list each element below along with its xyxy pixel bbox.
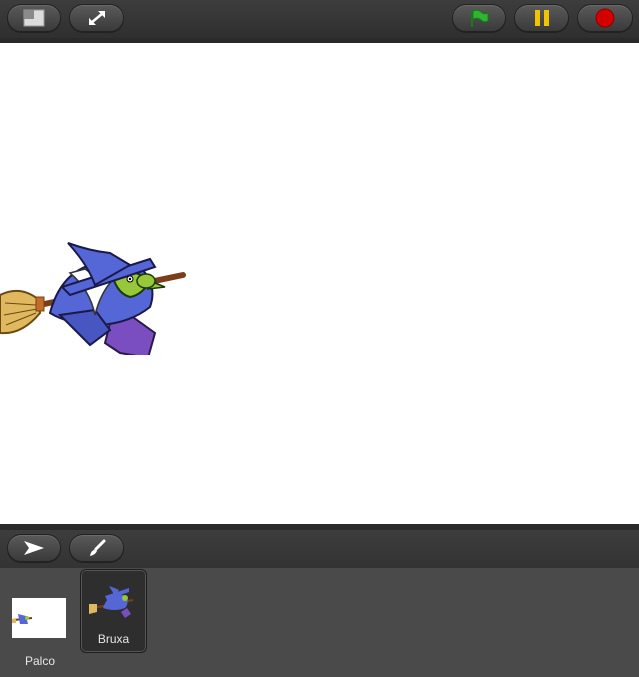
select-tool-button[interactable] bbox=[7, 534, 61, 562]
witch-sprite[interactable] bbox=[0, 195, 200, 355]
stop-icon bbox=[595, 8, 615, 28]
paintbrush-icon bbox=[89, 539, 105, 556]
arrow-pointer-icon bbox=[24, 541, 44, 555]
fullscreen-button[interactable] bbox=[69, 4, 124, 32]
sprite-label: Bruxa bbox=[97, 632, 130, 646]
green-flag-button[interactable] bbox=[452, 4, 506, 32]
small-stage-icon bbox=[23, 9, 45, 27]
stage-canvas[interactable] bbox=[0, 43, 639, 524]
sprite-list: Palco Bruxa bbox=[0, 568, 639, 677]
stop-button[interactable] bbox=[577, 4, 633, 32]
paint-new-sprite-button[interactable] bbox=[69, 534, 124, 562]
pause-button[interactable] bbox=[514, 4, 569, 32]
sprite-tools-toolbar bbox=[0, 530, 639, 568]
stage-label: Palco bbox=[24, 654, 56, 668]
small-stage-button[interactable] bbox=[7, 4, 61, 32]
green-flag-icon bbox=[471, 9, 489, 27]
fullscreen-icon bbox=[88, 11, 105, 25]
witch-thumb-icon bbox=[89, 586, 134, 618]
stage-thumbnail[interactable] bbox=[12, 598, 66, 638]
sprite-thumbnail-bruxa[interactable]: Bruxa bbox=[80, 569, 147, 653]
witch-mini-icon bbox=[12, 614, 33, 624]
pause-icon bbox=[534, 10, 549, 26]
top-toolbar bbox=[0, 0, 639, 38]
